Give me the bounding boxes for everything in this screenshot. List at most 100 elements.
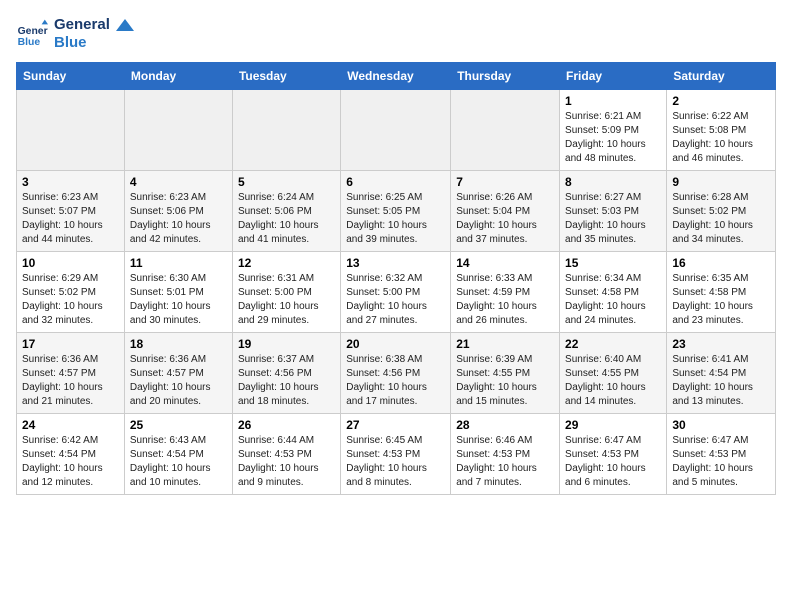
day-info: Sunrise: 6:47 AM Sunset: 4:53 PM Dayligh… — [672, 434, 770, 490]
day-info: Sunrise: 6:22 AM Sunset: 5:08 PM Dayligh… — [672, 110, 770, 166]
calendar-cell: 7 Sunrise: 6:26 AM Sunset: 5:04 PM Daylig… — [451, 171, 560, 252]
calendar-cell: 12 Sunrise: 6:31 AM Sunset: 5:00 PM Dayli… — [232, 252, 340, 333]
day-number: 27 — [346, 418, 445, 432]
day-info: Sunrise: 6:23 AM Sunset: 5:06 PM Dayligh… — [130, 191, 227, 247]
calendar-cell: 22 Sunrise: 6:40 AM Sunset: 4:55 PM Dayli… — [560, 333, 667, 414]
day-number: 21 — [456, 337, 554, 351]
day-number: 22 — [565, 337, 661, 351]
logo-text-blue: Blue — [54, 34, 134, 52]
day-info: Sunrise: 6:24 AM Sunset: 5:06 PM Dayligh… — [238, 191, 335, 247]
day-number: 4 — [130, 175, 227, 189]
day-info: Sunrise: 6:31 AM Sunset: 5:00 PM Dayligh… — [238, 272, 335, 328]
calendar-week-1: 1 Sunrise: 6:21 AM Sunset: 5:09 PM Daylig… — [17, 90, 776, 171]
day-number: 7 — [456, 175, 554, 189]
calendar-cell: 27 Sunrise: 6:45 AM Sunset: 4:53 PM Dayli… — [341, 414, 451, 495]
day-info: Sunrise: 6:29 AM Sunset: 5:02 PM Dayligh… — [22, 272, 119, 328]
day-number: 25 — [130, 418, 227, 432]
day-info: Sunrise: 6:45 AM Sunset: 4:53 PM Dayligh… — [346, 434, 445, 490]
calendar-cell: 17 Sunrise: 6:36 AM Sunset: 4:57 PM Dayli… — [17, 333, 125, 414]
day-number: 17 — [22, 337, 119, 351]
logo-chevron — [116, 19, 134, 31]
day-info: Sunrise: 6:30 AM Sunset: 5:01 PM Dayligh… — [130, 272, 227, 328]
day-number: 10 — [22, 256, 119, 270]
calendar-cell — [341, 90, 451, 171]
calendar-table: SundayMondayTuesdayWednesdayThursdayFrid… — [16, 62, 776, 495]
day-number: 18 — [130, 337, 227, 351]
day-info: Sunrise: 6:35 AM Sunset: 4:58 PM Dayligh… — [672, 272, 770, 328]
calendar-cell: 6Sunrise: 6:25 AM Sunset: 5:05 PM Daylig… — [341, 171, 451, 252]
calendar-cell: 10 Sunrise: 6:29 AM Sunset: 5:02 PM Dayli… — [17, 252, 125, 333]
calendar-cell: 23 Sunrise: 6:41 AM Sunset: 4:54 PM Dayli… — [667, 333, 776, 414]
day-number: 23 — [672, 337, 770, 351]
day-info: Sunrise: 6:42 AM Sunset: 4:54 PM Dayligh… — [22, 434, 119, 490]
calendar-cell: 2 Sunrise: 6:22 AM Sunset: 5:08 PM Daylig… — [667, 90, 776, 171]
day-info: Sunrise: 6:43 AM Sunset: 4:54 PM Dayligh… — [130, 434, 227, 490]
col-header-monday: Monday — [124, 63, 232, 90]
day-number: 2 — [672, 94, 770, 108]
day-info: Sunrise: 6:39 AM Sunset: 4:55 PM Dayligh… — [456, 353, 554, 409]
day-number: 5 — [238, 175, 335, 189]
day-number: 24 — [22, 418, 119, 432]
day-info: Sunrise: 6:46 AM Sunset: 4:53 PM Dayligh… — [456, 434, 554, 490]
day-number: 16 — [672, 256, 770, 270]
day-info: Sunrise: 6:27 AM Sunset: 5:03 PM Dayligh… — [565, 191, 661, 247]
day-info: Sunrise: 6:36 AM Sunset: 4:57 PM Dayligh… — [22, 353, 119, 409]
day-number: 29 — [565, 418, 661, 432]
svg-text:Blue: Blue — [18, 37, 41, 48]
day-number: 12 — [238, 256, 335, 270]
header: General Blue General Blue — [16, 16, 776, 52]
day-info: Sunrise: 6:40 AM Sunset: 4:55 PM Dayligh… — [565, 353, 661, 409]
day-number: 11 — [130, 256, 227, 270]
calendar-cell: 30Sunrise: 6:47 AM Sunset: 4:53 PM Dayli… — [667, 414, 776, 495]
day-number: 28 — [456, 418, 554, 432]
calendar-cell: 29 Sunrise: 6:47 AM Sunset: 4:53 PM Dayli… — [560, 414, 667, 495]
calendar-cell: 11 Sunrise: 6:30 AM Sunset: 5:01 PM Dayli… — [124, 252, 232, 333]
calendar-cell: 25 Sunrise: 6:43 AM Sunset: 4:54 PM Dayli… — [124, 414, 232, 495]
col-header-tuesday: Tuesday — [232, 63, 340, 90]
logo: General Blue General Blue — [16, 16, 134, 52]
calendar-cell — [451, 90, 560, 171]
calendar-cell: 5 Sunrise: 6:24 AM Sunset: 5:06 PM Daylig… — [232, 171, 340, 252]
day-number: 13 — [346, 256, 445, 270]
calendar-cell: 28 Sunrise: 6:46 AM Sunset: 4:53 PM Dayli… — [451, 414, 560, 495]
calendar-cell: 13Sunrise: 6:32 AM Sunset: 5:00 PM Dayli… — [341, 252, 451, 333]
day-info: Sunrise: 6:41 AM Sunset: 4:54 PM Dayligh… — [672, 353, 770, 409]
day-number: 3 — [22, 175, 119, 189]
calendar-cell: 20Sunrise: 6:38 AM Sunset: 4:56 PM Dayli… — [341, 333, 451, 414]
day-info: Sunrise: 6:23 AM Sunset: 5:07 PM Dayligh… — [22, 191, 119, 247]
day-info: Sunrise: 6:21 AM Sunset: 5:09 PM Dayligh… — [565, 110, 661, 166]
calendar-week-5: 24 Sunrise: 6:42 AM Sunset: 4:54 PM Dayli… — [17, 414, 776, 495]
logo-text-general: General — [54, 16, 134, 34]
day-info: Sunrise: 6:34 AM Sunset: 4:58 PM Dayligh… — [565, 272, 661, 328]
col-header-sunday: Sunday — [17, 63, 125, 90]
day-number: 9 — [672, 175, 770, 189]
calendar-cell: 24 Sunrise: 6:42 AM Sunset: 4:54 PM Dayli… — [17, 414, 125, 495]
calendar-cell: 14 Sunrise: 6:33 AM Sunset: 4:59 PM Dayli… — [451, 252, 560, 333]
day-number: 8 — [565, 175, 661, 189]
calendar-cell — [17, 90, 125, 171]
calendar-week-3: 10 Sunrise: 6:29 AM Sunset: 5:02 PM Dayli… — [17, 252, 776, 333]
calendar-cell: 8 Sunrise: 6:27 AM Sunset: 5:03 PM Daylig… — [560, 171, 667, 252]
col-header-thursday: Thursday — [451, 63, 560, 90]
calendar-cell: 3 Sunrise: 6:23 AM Sunset: 5:07 PM Daylig… — [17, 171, 125, 252]
day-info: Sunrise: 6:33 AM Sunset: 4:59 PM Dayligh… — [456, 272, 554, 328]
day-info: Sunrise: 6:47 AM Sunset: 4:53 PM Dayligh… — [565, 434, 661, 490]
logo-icon: General Blue — [16, 18, 48, 50]
day-info: Sunrise: 6:26 AM Sunset: 5:04 PM Dayligh… — [456, 191, 554, 247]
day-number: 19 — [238, 337, 335, 351]
day-number: 20 — [346, 337, 445, 351]
calendar-cell: 19 Sunrise: 6:37 AM Sunset: 4:56 PM Dayli… — [232, 333, 340, 414]
day-number: 1 — [565, 94, 661, 108]
calendar-week-2: 3 Sunrise: 6:23 AM Sunset: 5:07 PM Daylig… — [17, 171, 776, 252]
day-number: 14 — [456, 256, 554, 270]
day-info: Sunrise: 6:37 AM Sunset: 4:56 PM Dayligh… — [238, 353, 335, 409]
calendar-cell: 1 Sunrise: 6:21 AM Sunset: 5:09 PM Daylig… — [560, 90, 667, 171]
col-header-wednesday: Wednesday — [341, 63, 451, 90]
calendar-cell — [124, 90, 232, 171]
calendar-cell: 21 Sunrise: 6:39 AM Sunset: 4:55 PM Dayli… — [451, 333, 560, 414]
calendar-week-4: 17 Sunrise: 6:36 AM Sunset: 4:57 PM Dayli… — [17, 333, 776, 414]
calendar-header-row: SundayMondayTuesdayWednesdayThursdayFrid… — [17, 63, 776, 90]
calendar-cell: 26Sunrise: 6:44 AM Sunset: 4:53 PM Dayli… — [232, 414, 340, 495]
calendar-cell: 4 Sunrise: 6:23 AM Sunset: 5:06 PM Daylig… — [124, 171, 232, 252]
page-container: General Blue General Blue SundayMondayTu… — [0, 0, 792, 505]
